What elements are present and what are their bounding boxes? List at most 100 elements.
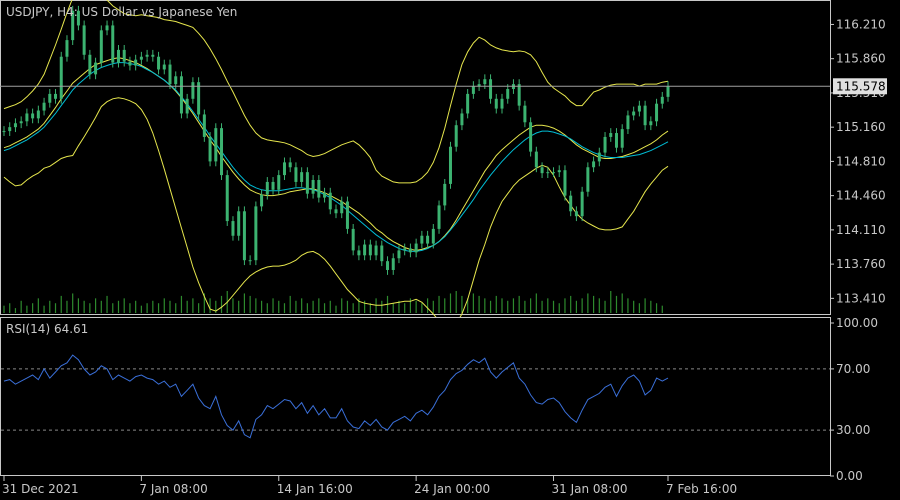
candle-body (426, 235, 430, 244)
candle-body (162, 64, 166, 70)
candle-body (111, 25, 115, 63)
candle-body (540, 167, 544, 174)
candle-body (134, 59, 138, 66)
rsi-panel-frame (0, 317, 831, 476)
candle-body (546, 172, 550, 174)
candle-body (128, 61, 132, 66)
candle-body (122, 49, 126, 62)
candle-body (437, 205, 441, 229)
candle-body (214, 128, 218, 162)
time-tick-label: 7 Jan 08:00 (139, 482, 207, 496)
rsi-label: RSI(14) 64.61 (6, 322, 88, 336)
candle-body (403, 248, 407, 251)
rsi-tick-label: 70.00 (836, 362, 870, 376)
candle-body (145, 54, 149, 57)
price-tick-label: 115.860 (836, 52, 886, 66)
rsi-tick-label: 0.00 (836, 469, 863, 483)
candle-body (443, 183, 447, 206)
candle-body (460, 113, 464, 126)
candle-body (191, 82, 195, 99)
candle-body (179, 76, 183, 114)
candle-body (363, 244, 367, 256)
candle-body (632, 111, 636, 116)
candle-body (471, 86, 475, 94)
candle-body (660, 96, 664, 104)
candle-body (500, 98, 504, 109)
candle-body (31, 113, 35, 119)
candle-body (88, 54, 92, 75)
chart-title: USDJPY, H4: US Dollar vs Japanese Yen (6, 5, 237, 19)
candle-body (260, 194, 264, 207)
candle-body (603, 136, 607, 153)
price-axis: 116.210115.860115.510115.160114.810114.4… (830, 17, 886, 305)
candle-body (448, 146, 452, 184)
candle-body (431, 228, 435, 244)
candle-body (2, 131, 6, 133)
candle-body (168, 64, 172, 85)
price-tick-label: 114.460 (836, 189, 886, 203)
candle-body (82, 25, 86, 55)
candle-body (59, 56, 63, 99)
candle-body (408, 248, 412, 253)
rsi-axis: 100.00 70.00 30.00 0.00 (830, 316, 878, 483)
candle-body (454, 125, 458, 147)
candle-body (340, 201, 344, 214)
candle-body (305, 172, 309, 194)
candle-body (185, 98, 189, 114)
rsi-tick-label: 100.00 (836, 316, 878, 330)
candle-body (580, 191, 584, 217)
candle-body (282, 162, 286, 176)
candle-body (36, 110, 40, 119)
candle-body (345, 201, 349, 229)
candle-body (517, 84, 521, 106)
candle-body (397, 250, 401, 259)
price-panel: USDJPY, H4: US Dollar vs Japanese Yen 11… (0, 0, 887, 328)
candle-body (19, 121, 23, 124)
candle-body (265, 181, 269, 195)
candle-body (294, 167, 298, 182)
candle-body (334, 209, 338, 214)
candle-body (139, 56, 143, 60)
candle-body (569, 195, 573, 212)
price-tick-label: 113.760 (836, 257, 886, 271)
candle-body (42, 102, 46, 111)
candle-body (202, 114, 206, 137)
candle-body (351, 228, 355, 251)
candle-body (300, 172, 304, 182)
price-tick-label: 114.810 (836, 154, 886, 168)
candle-body (386, 261, 390, 270)
price-tick-label: 114.110 (836, 223, 886, 237)
candle-body (592, 161, 596, 168)
chart-canvas: USDJPY, H4: US Dollar vs Japanese Yen 11… (0, 0, 887, 496)
time-axis: 31 Dec 2021 7 Jan 08:00 14 Jan 16:00 24 Jan… (2, 476, 737, 496)
candle-body (483, 79, 487, 85)
candle-body (414, 243, 418, 253)
candle-body (643, 105, 647, 126)
candle-body (609, 133, 613, 137)
candle-body (54, 93, 58, 99)
candle-body (197, 82, 201, 115)
candle-body (116, 49, 120, 63)
rsi-tick-label: 30.00 (836, 423, 870, 437)
candle-body (666, 86, 670, 97)
candle-body (523, 105, 527, 123)
candle-body (614, 133, 618, 148)
price-panel-frame (0, 0, 831, 315)
candle-body (368, 244, 372, 256)
candle-body (48, 93, 52, 103)
candle-body (557, 170, 561, 173)
candle-body (649, 121, 653, 126)
candle-body (391, 258, 395, 270)
candle-body (374, 245, 378, 256)
candle-body (225, 175, 229, 222)
time-tick-label: 7 Feb 16:00 (666, 482, 737, 496)
candle-body (328, 192, 332, 210)
candle-body (637, 105, 641, 112)
time-tick-label: 24 Jan 00:00 (414, 482, 490, 496)
current-price-label: 115.578 (836, 79, 886, 93)
candle-body (288, 162, 292, 168)
candle-body (466, 93, 470, 114)
candle-body (586, 167, 590, 192)
candle-body (506, 89, 510, 99)
candle-body (237, 211, 241, 236)
